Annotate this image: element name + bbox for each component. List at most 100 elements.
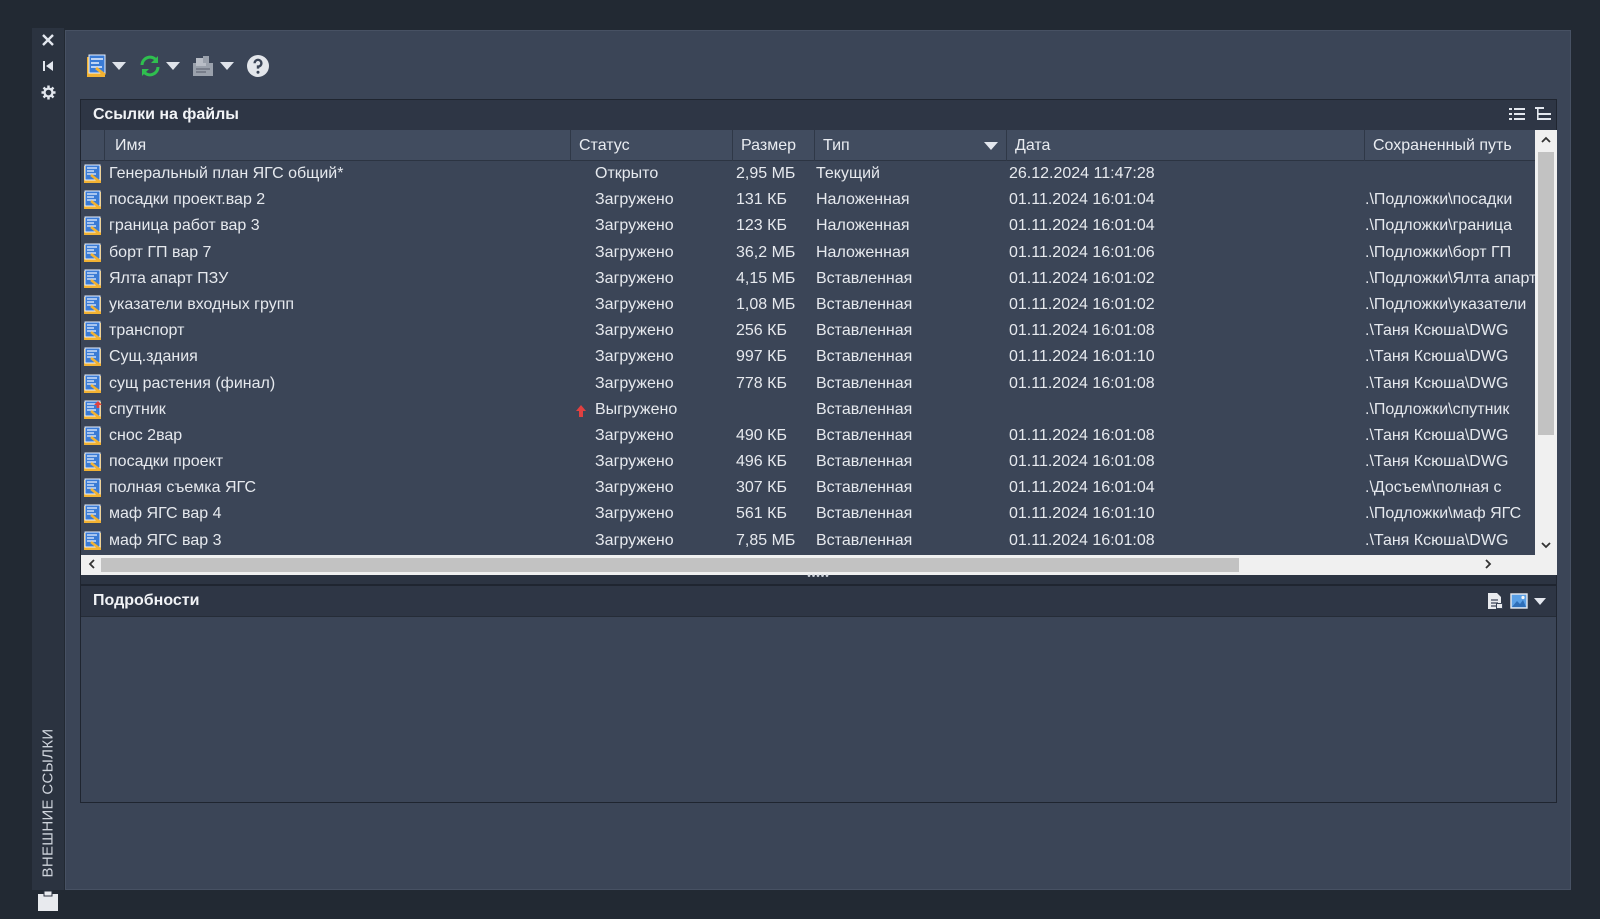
attach-dwg-button[interactable] <box>84 51 134 81</box>
table-row[interactable]: посадки проект.вар 2 Загружено 131 КБ На… <box>81 187 1535 213</box>
cell-type: Вставленная <box>816 400 913 418</box>
table-row[interactable]: сущ растения (финал) Загружено 778 КБ Вс… <box>81 371 1535 397</box>
unloaded-arrow-icon <box>576 404 586 417</box>
cell-status: Загружено <box>595 426 674 444</box>
cell-saved-path: .\Таня Ксюша\DWG <box>1365 453 1509 471</box>
change-path-button[interactable] <box>190 51 242 81</box>
cell-saved-path: .\Подложки\Ялта апарт <box>1365 269 1535 287</box>
change-path-icon <box>193 56 213 76</box>
cell-size: 36,2 МБ <box>736 243 796 261</box>
dwg-file-icon <box>83 269 105 289</box>
cell-type: Вставленная <box>816 348 913 366</box>
cell-saved-path: .\Таня Ксюша\DWG <box>1365 322 1509 340</box>
table-row[interactable]: полная съемка ЯГС Загружено 307 КБ Встав… <box>81 475 1535 501</box>
scroll-left-icon[interactable] <box>85 557 99 573</box>
column-header-saved-path[interactable]: Сохраненный путь <box>1365 130 1535 161</box>
tree-view-icon <box>1535 107 1551 120</box>
column-header-name[interactable]: Имя <box>105 130 571 161</box>
cell-size: 2,95 МБ <box>736 165 796 182</box>
table-row[interactable]: указатели входных групп Загружено 1,08 М… <box>81 292 1535 318</box>
list-view-button[interactable] <box>1508 105 1526 123</box>
cell-name: маф ЯГС вар 3 <box>109 531 222 549</box>
table-row[interactable]: Сущ.здания Загружено 997 КБ Вставленная … <box>81 344 1535 370</box>
cell-name: указатели входных групп <box>109 295 295 313</box>
scroll-down-icon[interactable] <box>1540 539 1552 551</box>
cell-date: 01.11.2024 16:01:08 <box>1009 322 1155 340</box>
dwg-file-icon <box>83 295 105 315</box>
table-row[interactable]: Генеральный план ЯГС общий* Открыто 2,95… <box>81 161 1535 187</box>
table-row[interactable]: посадки проект Загружено 496 КБ Вставлен… <box>81 449 1535 475</box>
cell-size: 490 КБ <box>736 426 787 444</box>
help-button[interactable] <box>244 51 272 81</box>
cell-type: Вставленная <box>816 505 913 523</box>
refresh-button[interactable] <box>136 51 188 81</box>
scroll-up-icon[interactable] <box>1540 134 1552 146</box>
details-options-dropdown[interactable] <box>1534 592 1552 610</box>
cell-status: Загружено <box>595 322 674 340</box>
details-view-icon <box>1488 593 1503 609</box>
chevron-down-icon <box>1534 598 1546 605</box>
table-row[interactable]: спутник Выгружено Вставленная .\Подложки… <box>81 397 1535 423</box>
table-row[interactable]: борт ГП вар 7 Загружено 36,2 МБ Наложенн… <box>81 240 1535 266</box>
close-button[interactable] <box>38 30 58 50</box>
details-title: Подробности <box>93 592 200 609</box>
pane-splitter[interactable]: ••••• <box>80 572 1557 582</box>
column-header-status[interactable]: Статус <box>571 130 733 161</box>
cell-type: Вставленная <box>816 453 913 471</box>
table-body: Генеральный план ЯГС общий* Открыто 2,95… <box>81 161 1535 554</box>
column-header-size[interactable]: Размер <box>733 130 815 161</box>
cell-saved-path: .\Подложки\маф ЯГС <box>1365 505 1522 523</box>
xref-palette-panel: Ссылки на файлы Имя Статус Размер Тип Да… <box>65 30 1571 890</box>
tree-view-button[interactable] <box>1534 105 1552 123</box>
table-row[interactable]: граница работ вар 3 Загружено 123 КБ Нал… <box>81 213 1535 239</box>
cell-status: Открыто <box>595 165 659 182</box>
table-header: Имя Статус Размер Тип Дата Сохраненный п… <box>81 130 1535 161</box>
table-row[interactable]: маф ЯГС вар 4 Загружено 561 КБ Вставленн… <box>81 501 1535 527</box>
column-header-date[interactable]: Дата <box>1007 130 1365 161</box>
sort-descending-icon <box>984 142 998 150</box>
cell-date: 01.11.2024 16:01:04 <box>1009 479 1155 497</box>
cell-date: 01.11.2024 16:01:04 <box>1009 191 1155 209</box>
cell-date <box>1009 397 1359 423</box>
change-path-dropdown-icon[interactable] <box>220 62 234 70</box>
palette-toolbar <box>84 51 272 81</box>
column-header-type[interactable]: Тип <box>815 130 1007 161</box>
palette-clipboard-button[interactable] <box>36 890 60 912</box>
cell-type: Наложенная <box>816 243 910 261</box>
attach-dropdown-icon[interactable] <box>112 62 126 70</box>
cell-name: борт ГП вар 7 <box>109 243 212 261</box>
cell-status: Загружено <box>595 453 674 471</box>
dwg-file-icon <box>83 347 105 367</box>
details-view-button[interactable] <box>1486 592 1504 610</box>
table-row[interactable]: маф ЯГС вар 3 Загружено 7,85 МБ Вставлен… <box>81 528 1535 554</box>
refresh-icon <box>140 55 160 77</box>
cell-name: транспорт <box>109 322 185 340</box>
cell-size <box>736 397 812 423</box>
vertical-scrollbar[interactable] <box>1535 130 1557 555</box>
table-row[interactable]: Ялта апарт ПЗУ Загружено 4,15 МБ Вставле… <box>81 266 1535 292</box>
refresh-dropdown-icon[interactable] <box>166 62 180 70</box>
cell-saved-path: .\Таня Ксюша\DWG <box>1365 531 1509 549</box>
dwg-file-icon <box>83 243 105 263</box>
cell-name: посадки проект.вар 2 <box>109 191 266 209</box>
table-row[interactable]: транспорт Загружено 256 КБ Вставленная 0… <box>81 318 1535 344</box>
icon-column-header[interactable] <box>81 130 105 161</box>
cell-saved-path: .\Подложки\спутник <box>1365 400 1510 418</box>
table-row[interactable]: снос 2вар Загружено 490 КБ Вставленная 0… <box>81 423 1535 449</box>
column-header-type-label: Тип <box>823 136 850 154</box>
dwg-file-icon <box>83 216 105 236</box>
cell-saved-path: .\Таня Ксюша\DWG <box>1365 426 1509 444</box>
cell-size: 123 КБ <box>736 217 787 235</box>
cell-name: посадки проект <box>109 453 224 471</box>
cell-status: Выгружено <box>595 400 678 418</box>
cell-name: Ялта апарт ПЗУ <box>109 269 229 287</box>
properties-button[interactable] <box>38 82 58 102</box>
cell-type: Вставленная <box>816 322 913 340</box>
preview-button[interactable] <box>1510 592 1528 610</box>
scroll-right-icon[interactable] <box>1481 557 1495 573</box>
cell-date: 01.11.2024 16:01:10 <box>1009 348 1155 366</box>
auto-hide-button[interactable] <box>38 56 58 76</box>
horizontal-scroll-thumb[interactable] <box>101 558 1239 572</box>
list-view-icon <box>1509 108 1525 120</box>
vertical-scroll-thumb[interactable] <box>1538 152 1554 435</box>
